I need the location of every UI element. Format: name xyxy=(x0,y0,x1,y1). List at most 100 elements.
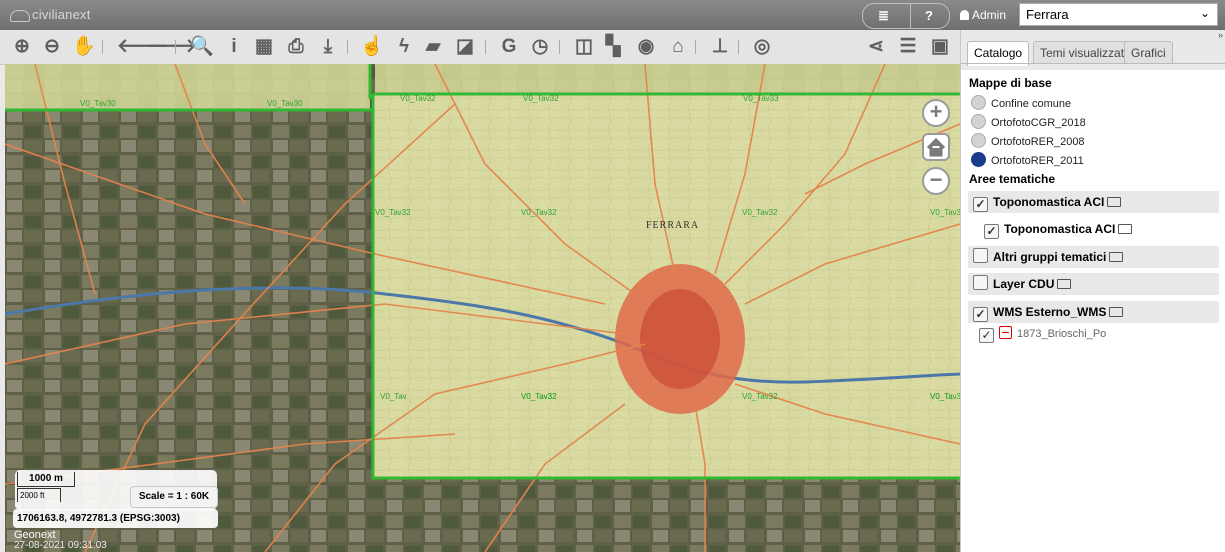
scale-bar-imperial: 2000 ft xyxy=(17,488,61,502)
layers-stack-icon[interactable]: ≣ xyxy=(878,8,889,24)
help-button[interactable]: ? xyxy=(925,8,933,23)
chevron-down-icon: ⌄ xyxy=(1199,6,1210,20)
basemap-option[interactable]: OrtofotoRER_2008 xyxy=(971,133,1085,148)
map-toolbar: ⊕ ⊖ ✋ 🡐 🡒 🔍 i ▦ ⎙ ⤓ ☝ ϟ ▰ ◪ G ◷ ◫ ▚ ◉ ⌂ ⊥ ◎ ⋖ ☰ ▣ xyxy=(0,30,960,65)
scale-button[interactable]: Scale = 1 : 60K xyxy=(130,486,218,508)
share-icon[interactable]: ⋖ xyxy=(864,35,888,59)
grid-sheet-label: V0_Tav32 xyxy=(521,208,557,217)
zoom-in-button[interactable]: + xyxy=(922,99,950,127)
subgroup-toponomastica[interactable]: ✓ Toponomastica ACI xyxy=(979,218,1133,240)
historic-map-strip-top-left xyxy=(5,64,370,109)
panel-header: » Catalogo Temi visualizzati Grafici xyxy=(961,30,1225,70)
group-layer-cdu[interactable]: Layer CDU xyxy=(968,273,1219,295)
catalog-panel: » Catalogo Temi visualizzati Grafici Map… xyxy=(960,30,1225,552)
map-icon[interactable]: ▚ xyxy=(601,35,625,59)
radio-button[interactable] xyxy=(971,133,986,148)
columns-icon[interactable]: ◫ xyxy=(572,35,596,59)
tab-temi-visualizzati[interactable]: Temi visualizzati xyxy=(1033,41,1134,64)
basemap-option[interactable]: OrtofotoRER_2011 xyxy=(971,152,1084,167)
toolbar-separator xyxy=(738,40,739,54)
grid-sheet-label: V0_Tav32 xyxy=(930,208,960,217)
top-button-group: ≣ ? xyxy=(862,3,950,29)
group-label: WMS Esterno_WMS xyxy=(993,305,1107,319)
scale-panel: 1000 m 2000 ft Scale = 1 : 60K xyxy=(15,470,218,510)
grid-sheet-label: V0_Tav32 xyxy=(400,94,436,103)
group-altri-gruppi[interactable]: Altri gruppi tematici xyxy=(968,246,1219,268)
select-pointer-icon[interactable]: ☝ xyxy=(360,35,384,59)
timestamp: 27-08-2021 09:31:03 xyxy=(14,540,107,551)
print-icon[interactable]: ⎙ xyxy=(284,35,308,59)
corner-icon[interactable]: ◪ xyxy=(453,35,477,59)
radio-button[interactable] xyxy=(971,95,986,110)
comune-select[interactable]: Ferrara ⌄ xyxy=(1019,3,1218,26)
lightning-icon[interactable]: ϟ xyxy=(392,35,416,59)
checkbox-checked[interactable]: ✓ xyxy=(984,224,999,239)
toolbar-separator xyxy=(695,40,696,54)
city-label: FERRARA xyxy=(646,220,700,231)
top-bar: civilianext ≣ ? Admin Ferrara ⌄ xyxy=(0,0,1225,30)
eraser-icon[interactable]: ▰ xyxy=(421,35,445,59)
folder-open-icon xyxy=(1109,307,1124,317)
google-icon[interactable]: G xyxy=(497,35,521,59)
zoom-out-icon[interactable]: ⊖ xyxy=(40,35,64,59)
info-icon[interactable]: i xyxy=(222,35,246,59)
group-toponomastica[interactable]: ✓ Toponomastica ACI xyxy=(968,191,1219,213)
tab-divider xyxy=(961,63,1225,64)
zoom-in-icon[interactable]: ⊕ xyxy=(10,35,34,59)
brand-name: civilianext xyxy=(32,7,91,22)
user-menu[interactable]: Admin xyxy=(960,8,1006,22)
expand-panel-icon[interactable]: » xyxy=(1218,30,1223,40)
subgroup-label: Toponomastica ACI xyxy=(1004,222,1116,236)
checkbox[interactable] xyxy=(973,248,988,263)
home-icon xyxy=(926,137,946,157)
list-icon[interactable]: ☰ xyxy=(896,35,920,59)
layer-label: 1873_Brioschi_Po xyxy=(1017,328,1107,340)
forward-arrow-icon[interactable]: 🡒 xyxy=(146,35,197,59)
grid-sheet-label: V0_Tav33 xyxy=(743,94,779,103)
grid-sheet-label: V0_Tav30 xyxy=(267,99,303,108)
globe-icon[interactable]: ◉ xyxy=(634,35,658,59)
clock-icon[interactable]: ◷ xyxy=(528,35,552,59)
tab-grafici[interactable]: Grafici xyxy=(1124,41,1173,64)
checkbox-checked[interactable]: ✓ xyxy=(979,328,994,343)
search-icon[interactable]: 🔍 xyxy=(190,35,214,59)
folder-icon xyxy=(1118,224,1133,234)
fullextent-icon[interactable]: ▣ xyxy=(928,35,952,59)
toolbar-separator xyxy=(559,40,560,54)
toolbar-separator xyxy=(102,40,103,54)
basemap-option[interactable]: OrtofotoCGR_2018 xyxy=(971,114,1086,129)
user-name: Admin xyxy=(972,8,1007,22)
group-label: Altri gruppi tematici xyxy=(993,250,1107,264)
table-icon[interactable]: ▦ xyxy=(252,35,276,59)
pin-icon[interactable]: ⊥ xyxy=(708,35,732,59)
institution-icon[interactable]: ⌂ xyxy=(666,35,690,59)
checkbox[interactable] xyxy=(973,275,988,290)
checkbox-checked[interactable]: ✓ xyxy=(973,197,988,212)
grid-sheet-label: V0_Tav32 xyxy=(375,208,411,217)
radio-button[interactable] xyxy=(971,114,986,129)
map-view[interactable]: V0_Tav30 V0_Tav30 V0_Tav32 V0_Tav32 V0_Tav33… xyxy=(5,64,960,552)
eye-icon[interactable]: ◎ xyxy=(750,35,774,59)
layer-item-brioschi[interactable]: ✓ 1873_Brioschi_Po xyxy=(979,326,1106,343)
grid-sheet-label: V0_Tav30 xyxy=(80,99,116,108)
folder-open-icon xyxy=(1107,197,1122,207)
scale-bar-metric: 1000 m xyxy=(17,472,75,487)
group-wms-esterno[interactable]: ✓ WMS Esterno_WMS xyxy=(968,301,1219,323)
comune-select-value: Ferrara xyxy=(1026,7,1069,22)
logo-icon xyxy=(10,9,30,22)
folder-icon xyxy=(1057,279,1072,289)
pan-hand-icon[interactable]: ✋ xyxy=(72,35,96,59)
download-icon[interactable]: ⤓ xyxy=(316,35,340,59)
checkbox-checked[interactable]: ✓ xyxy=(973,307,988,322)
remove-layer-icon[interactable] xyxy=(999,326,1012,339)
basemap-option[interactable]: Confine comune xyxy=(971,95,1071,110)
zoom-out-button[interactable]: − xyxy=(922,167,950,195)
toolbar-separator xyxy=(175,40,176,54)
back-arrow-icon[interactable]: 🡐 xyxy=(117,35,168,59)
home-button[interactable] xyxy=(922,133,950,161)
radio-button-selected[interactable] xyxy=(971,152,986,167)
group-label: Toponomastica ACI xyxy=(993,195,1105,209)
historic-map-strip-top xyxy=(375,64,960,94)
city-center xyxy=(640,289,720,389)
toolbar-separator xyxy=(347,40,348,54)
